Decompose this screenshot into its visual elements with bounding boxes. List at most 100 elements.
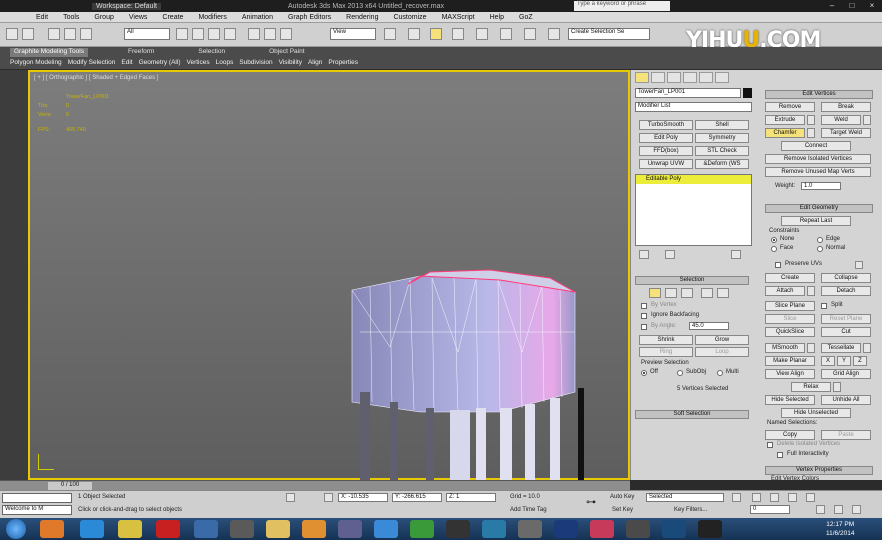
next-frame-icon[interactable] xyxy=(788,493,797,502)
planar-y-button[interactable]: Y xyxy=(837,356,851,366)
absolute-mode-icon[interactable] xyxy=(324,493,333,502)
slice-button[interactable]: Slice xyxy=(765,314,815,324)
tower-fan-mesh[interactable] xyxy=(30,72,632,482)
modify-tab-icon[interactable] xyxy=(651,72,665,83)
extrude-settings-icon[interactable] xyxy=(807,115,815,125)
scale-icon[interactable] xyxy=(280,28,292,40)
app4-icon[interactable] xyxy=(446,520,470,538)
preview-off-radio[interactable] xyxy=(641,370,647,376)
edit-poly-button[interactable]: Edit Poly xyxy=(639,133,693,143)
snap-toggle-icon[interactable] xyxy=(408,28,420,40)
display-tab-icon[interactable] xyxy=(699,72,713,83)
pan-icon[interactable] xyxy=(852,505,861,514)
constraint-face-radio[interactable] xyxy=(771,246,777,252)
tessellate-button[interactable]: Tessellate xyxy=(821,343,861,353)
mirror-icon[interactable] xyxy=(548,28,560,40)
y-coordinate-field[interactable]: Y: -266.615 xyxy=(392,493,442,502)
menu-customize[interactable]: Customize xyxy=(393,14,426,21)
add-time-tag[interactable]: Add Time Tag xyxy=(510,507,547,513)
ribbon-polygon-modeling[interactable]: Polygon Modeling xyxy=(10,59,62,68)
preview-subobj-radio[interactable] xyxy=(677,370,683,376)
menu-tools[interactable]: Tools xyxy=(63,14,79,21)
stack-item-editable-poly[interactable]: Editable Poly xyxy=(636,175,751,184)
remove-button[interactable]: Remove xyxy=(765,102,815,112)
set-key-button[interactable]: Set Key xyxy=(612,507,633,513)
time-slider[interactable]: 0 / 100 xyxy=(48,482,92,490)
cut-button[interactable]: Cut xyxy=(821,327,871,337)
menu-edit[interactable]: Edit xyxy=(36,14,48,21)
reference-coordinate-select[interactable]: View xyxy=(330,28,376,40)
select-manipulate-icon[interactable] xyxy=(430,28,442,40)
target-weld-button[interactable]: Target Weld xyxy=(821,128,871,138)
help-search-input[interactable]: Type a keyword or phrase xyxy=(574,1,670,11)
time-slider-track[interactable]: 0 / 100 xyxy=(0,480,630,490)
remove-isolated-vertices-button[interactable]: Remove Isolated Vertices xyxy=(765,154,871,164)
weld-button[interactable]: Weld xyxy=(821,115,861,125)
make-planar-button[interactable]: Make Planar xyxy=(765,356,815,366)
percent-snap-icon[interactable] xyxy=(476,28,488,40)
msmooth-settings-icon[interactable] xyxy=(807,343,815,353)
selection-filter-select[interactable]: All xyxy=(124,28,170,40)
menu-rendering[interactable]: Rendering xyxy=(346,14,378,21)
system-clock[interactable]: 12:17 PM 11/6/2014 xyxy=(826,520,854,538)
constraint-none-radio[interactable] xyxy=(771,237,777,243)
vertex-properties-rollout-header[interactable]: Vertex Properties xyxy=(765,466,873,475)
connect-button[interactable]: Connect xyxy=(781,141,851,151)
msmooth-button[interactable]: MSmooth xyxy=(765,343,805,353)
current-frame-field[interactable]: 0 xyxy=(750,505,790,514)
menu-views[interactable]: Views xyxy=(129,14,148,21)
go-to-end-icon[interactable] xyxy=(806,493,815,502)
turbosmooth-button[interactable]: TurboSmooth xyxy=(639,120,693,130)
redo-icon[interactable] xyxy=(22,28,34,40)
key-filters-button[interactable]: Key Filters... xyxy=(674,507,707,513)
hide-unselected-button[interactable]: Hide Unselected xyxy=(781,408,851,418)
zbrush-icon[interactable] xyxy=(518,520,542,538)
app7-icon[interactable] xyxy=(626,520,650,538)
unlink-icon[interactable] xyxy=(64,28,76,40)
orthographic-viewport[interactable]: [ + ] [ Orthographic ] [ Shaded + Edged … xyxy=(28,70,630,480)
spinner-snap-icon[interactable] xyxy=(500,28,512,40)
element-mode-icon[interactable] xyxy=(717,288,729,298)
grow-button[interactable]: Grow xyxy=(695,335,749,345)
attach-button[interactable]: Attach xyxy=(765,286,805,296)
selection-lock-icon[interactable] xyxy=(286,493,295,502)
media-player-icon[interactable] xyxy=(302,520,326,538)
create-tab-icon[interactable] xyxy=(635,72,649,83)
quickslice-button[interactable]: QuickSlice xyxy=(765,327,815,337)
firefox-icon[interactable] xyxy=(40,520,64,538)
close-icon[interactable]: × xyxy=(866,1,878,11)
polygon-mode-icon[interactable] xyxy=(701,288,713,298)
modifier-stack[interactable]: Editable Poly xyxy=(635,174,752,246)
app2-icon[interactable] xyxy=(338,520,362,538)
pivot-center-icon[interactable] xyxy=(384,28,396,40)
pin-stack-icon[interactable] xyxy=(639,250,649,259)
bind-space-warp-icon[interactable] xyxy=(80,28,92,40)
ribbon-loops[interactable]: Loops xyxy=(216,59,234,68)
ribbon-subdivision[interactable]: Subdivision xyxy=(239,59,272,68)
maxscript-welcome[interactable]: Welcome to M xyxy=(2,505,72,515)
edit-geometry-rollout-header[interactable]: Edit Geometry xyxy=(765,204,873,213)
weld-settings-icon[interactable] xyxy=(863,115,871,125)
previous-frame-icon[interactable] xyxy=(752,493,761,502)
maxscript-listener-input[interactable] xyxy=(2,493,72,503)
utilities-tab-icon[interactable] xyxy=(715,72,729,83)
by-vertex-checkbox[interactable] xyxy=(641,303,647,309)
object-name-field[interactable]: TowerFan_LP001 xyxy=(635,88,741,98)
workspace-selector[interactable]: Workspace: Default xyxy=(92,2,161,10)
object-color-swatch[interactable] xyxy=(743,88,752,98)
chamfer-settings-icon[interactable] xyxy=(807,128,815,138)
region-select-icon[interactable] xyxy=(208,28,220,40)
app3-icon[interactable] xyxy=(410,520,434,538)
menu-group[interactable]: Group xyxy=(94,14,113,21)
attach-list-icon[interactable] xyxy=(807,286,815,296)
stl-check-button[interactable]: STL Check xyxy=(695,146,749,156)
app9-icon[interactable] xyxy=(698,520,722,538)
minimize-icon[interactable]: – xyxy=(826,1,838,11)
key-mode-select[interactable]: Selected xyxy=(646,493,724,502)
deform-ws-button[interactable]: &Deform (WS xyxy=(695,159,749,169)
angle-snap-icon[interactable] xyxy=(452,28,464,40)
remove-unused-map-verts-button[interactable]: Remove Unused Map Verts xyxy=(765,167,871,177)
undo-icon[interactable] xyxy=(6,28,18,40)
orbit-icon[interactable] xyxy=(834,505,843,514)
rotate-icon[interactable] xyxy=(264,28,276,40)
